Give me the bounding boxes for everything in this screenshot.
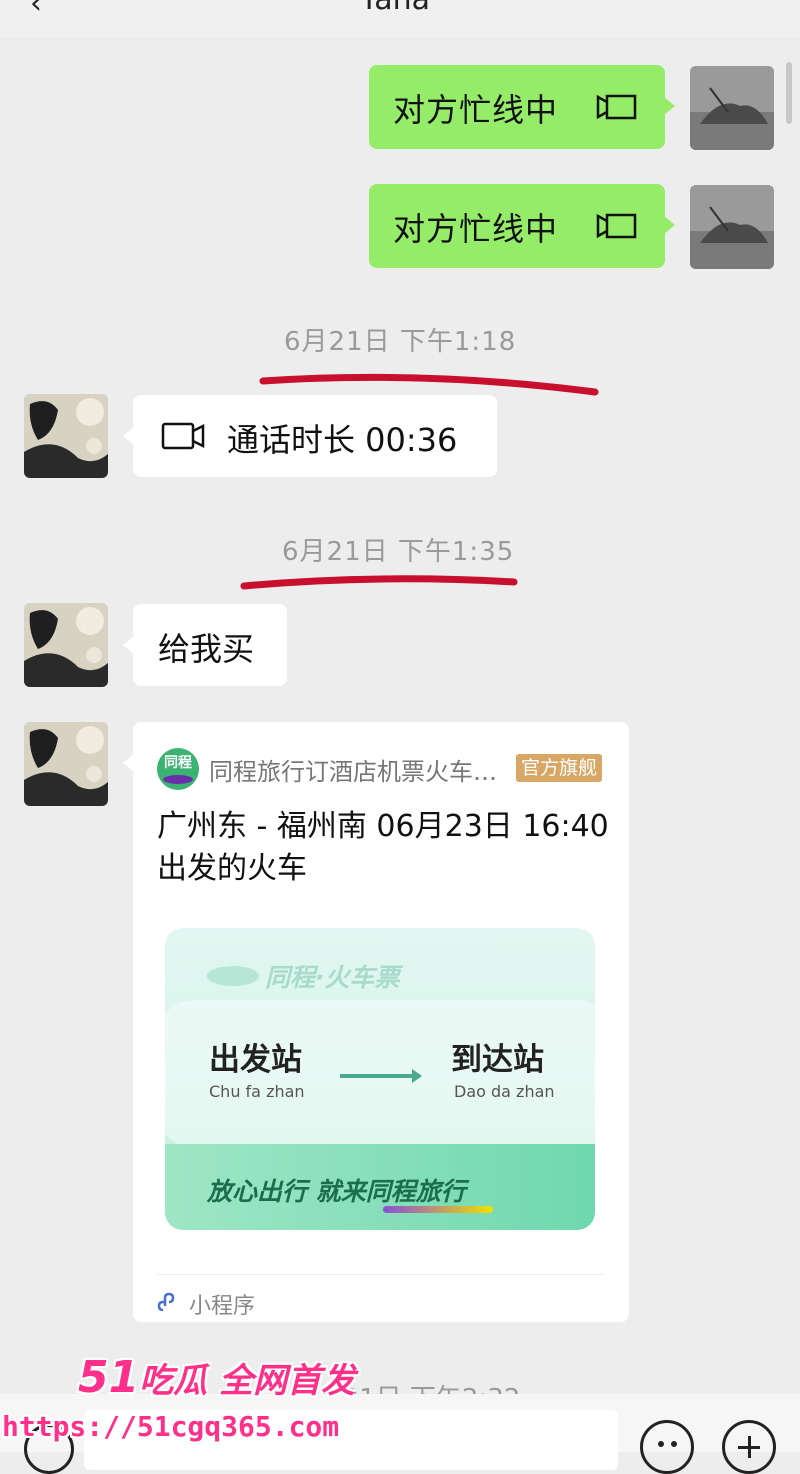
- arrow-right-icon: [340, 1069, 422, 1083]
- arrival-station: 到达站: [451, 1042, 544, 1078]
- logo-text: 同程: [164, 755, 192, 771]
- chevron-left-icon[interactable]: ‹: [30, 0, 42, 21]
- outgoing-message[interactable]: 对方忙线中: [369, 65, 675, 149]
- watermark-text: 吃瓜 全网首发: [139, 1361, 356, 1401]
- official-badge: 官方旗舰: [516, 754, 603, 782]
- avatar-image: [24, 394, 108, 478]
- contact-avatar[interactable]: [24, 603, 108, 687]
- emoji-button[interactable]: [640, 1420, 694, 1474]
- contact-avatar[interactable]: [24, 394, 108, 478]
- chat-title: Yana: [360, 0, 430, 17]
- chat-header: ‹ Yana: [0, 0, 800, 38]
- my-avatar[interactable]: [690, 66, 774, 150]
- avatar-image: [690, 66, 774, 150]
- message-text: 对方忙线中: [393, 91, 559, 129]
- ticket-slogan: 放心出行 就来同程旅行: [207, 1172, 466, 1208]
- contact-avatar[interactable]: [24, 722, 108, 806]
- mini-program-icon: [157, 1292, 175, 1312]
- slogan-brand: 同程旅行: [365, 1177, 466, 1206]
- video-call-icon: [161, 422, 205, 450]
- scrollbar[interactable]: [786, 62, 792, 124]
- video-call-icon: [596, 213, 637, 239]
- message-timestamp: 6月21日 下午1:35: [282, 537, 515, 567]
- watermark-number: 51: [78, 1352, 140, 1403]
- mini-program-name: 同程旅行订酒店机票火车…: [209, 758, 497, 786]
- avatar-image: [24, 603, 108, 687]
- message-text: 对方忙线中: [393, 210, 559, 248]
- message-text: 给我买: [158, 630, 255, 668]
- departure-station: 出发站: [209, 1042, 302, 1078]
- underline-swoosh: [383, 1206, 493, 1213]
- departure-pinyin: Chu fa zhan: [209, 1082, 305, 1101]
- ticket-brand: 同程·火车票: [265, 963, 400, 992]
- card-divider: [157, 1274, 605, 1275]
- more-plus-button[interactable]: [722, 1420, 776, 1474]
- tongcheng-logo-icon: 同程: [157, 748, 199, 790]
- watermark-logo: 51吃瓜 全网首发: [78, 1352, 355, 1403]
- video-call-icon: [596, 94, 637, 120]
- slogan-prefix: 放心出行 就来: [207, 1177, 366, 1206]
- avatar-image: [690, 185, 774, 269]
- arrival-pinyin: Dao da zhan: [454, 1082, 555, 1101]
- card-title: 广州东 - 福州南 06月23日 16:40出发的火车: [157, 809, 609, 886]
- ticket-preview-image: 同程·火车票 出发站 Chu fa zhan 到达站 Dao da zhan 放…: [165, 928, 595, 1230]
- mini-program-card[interactable]: 同程 同程旅行订酒店机票火车… 官方旗舰 广州东 - 福州南 06月23日 16…: [123, 722, 629, 1322]
- mini-program-label: 小程序: [189, 1294, 256, 1319]
- red-underline-annotation: [240, 575, 518, 590]
- incoming-message[interactable]: 给我买: [123, 604, 287, 686]
- message-timestamp: 6月21日 下午1:18: [284, 327, 517, 357]
- watermark-url: https://51cgq365.com: [2, 1410, 340, 1443]
- call-duration-text: 通话时长 00:36: [227, 421, 458, 459]
- fish-logo-icon: [207, 966, 259, 986]
- avatar-image: [24, 722, 108, 806]
- incoming-message[interactable]: 通话时长 00:36: [123, 395, 497, 477]
- outgoing-message[interactable]: 对方忙线中: [369, 184, 675, 268]
- my-avatar[interactable]: [690, 185, 774, 269]
